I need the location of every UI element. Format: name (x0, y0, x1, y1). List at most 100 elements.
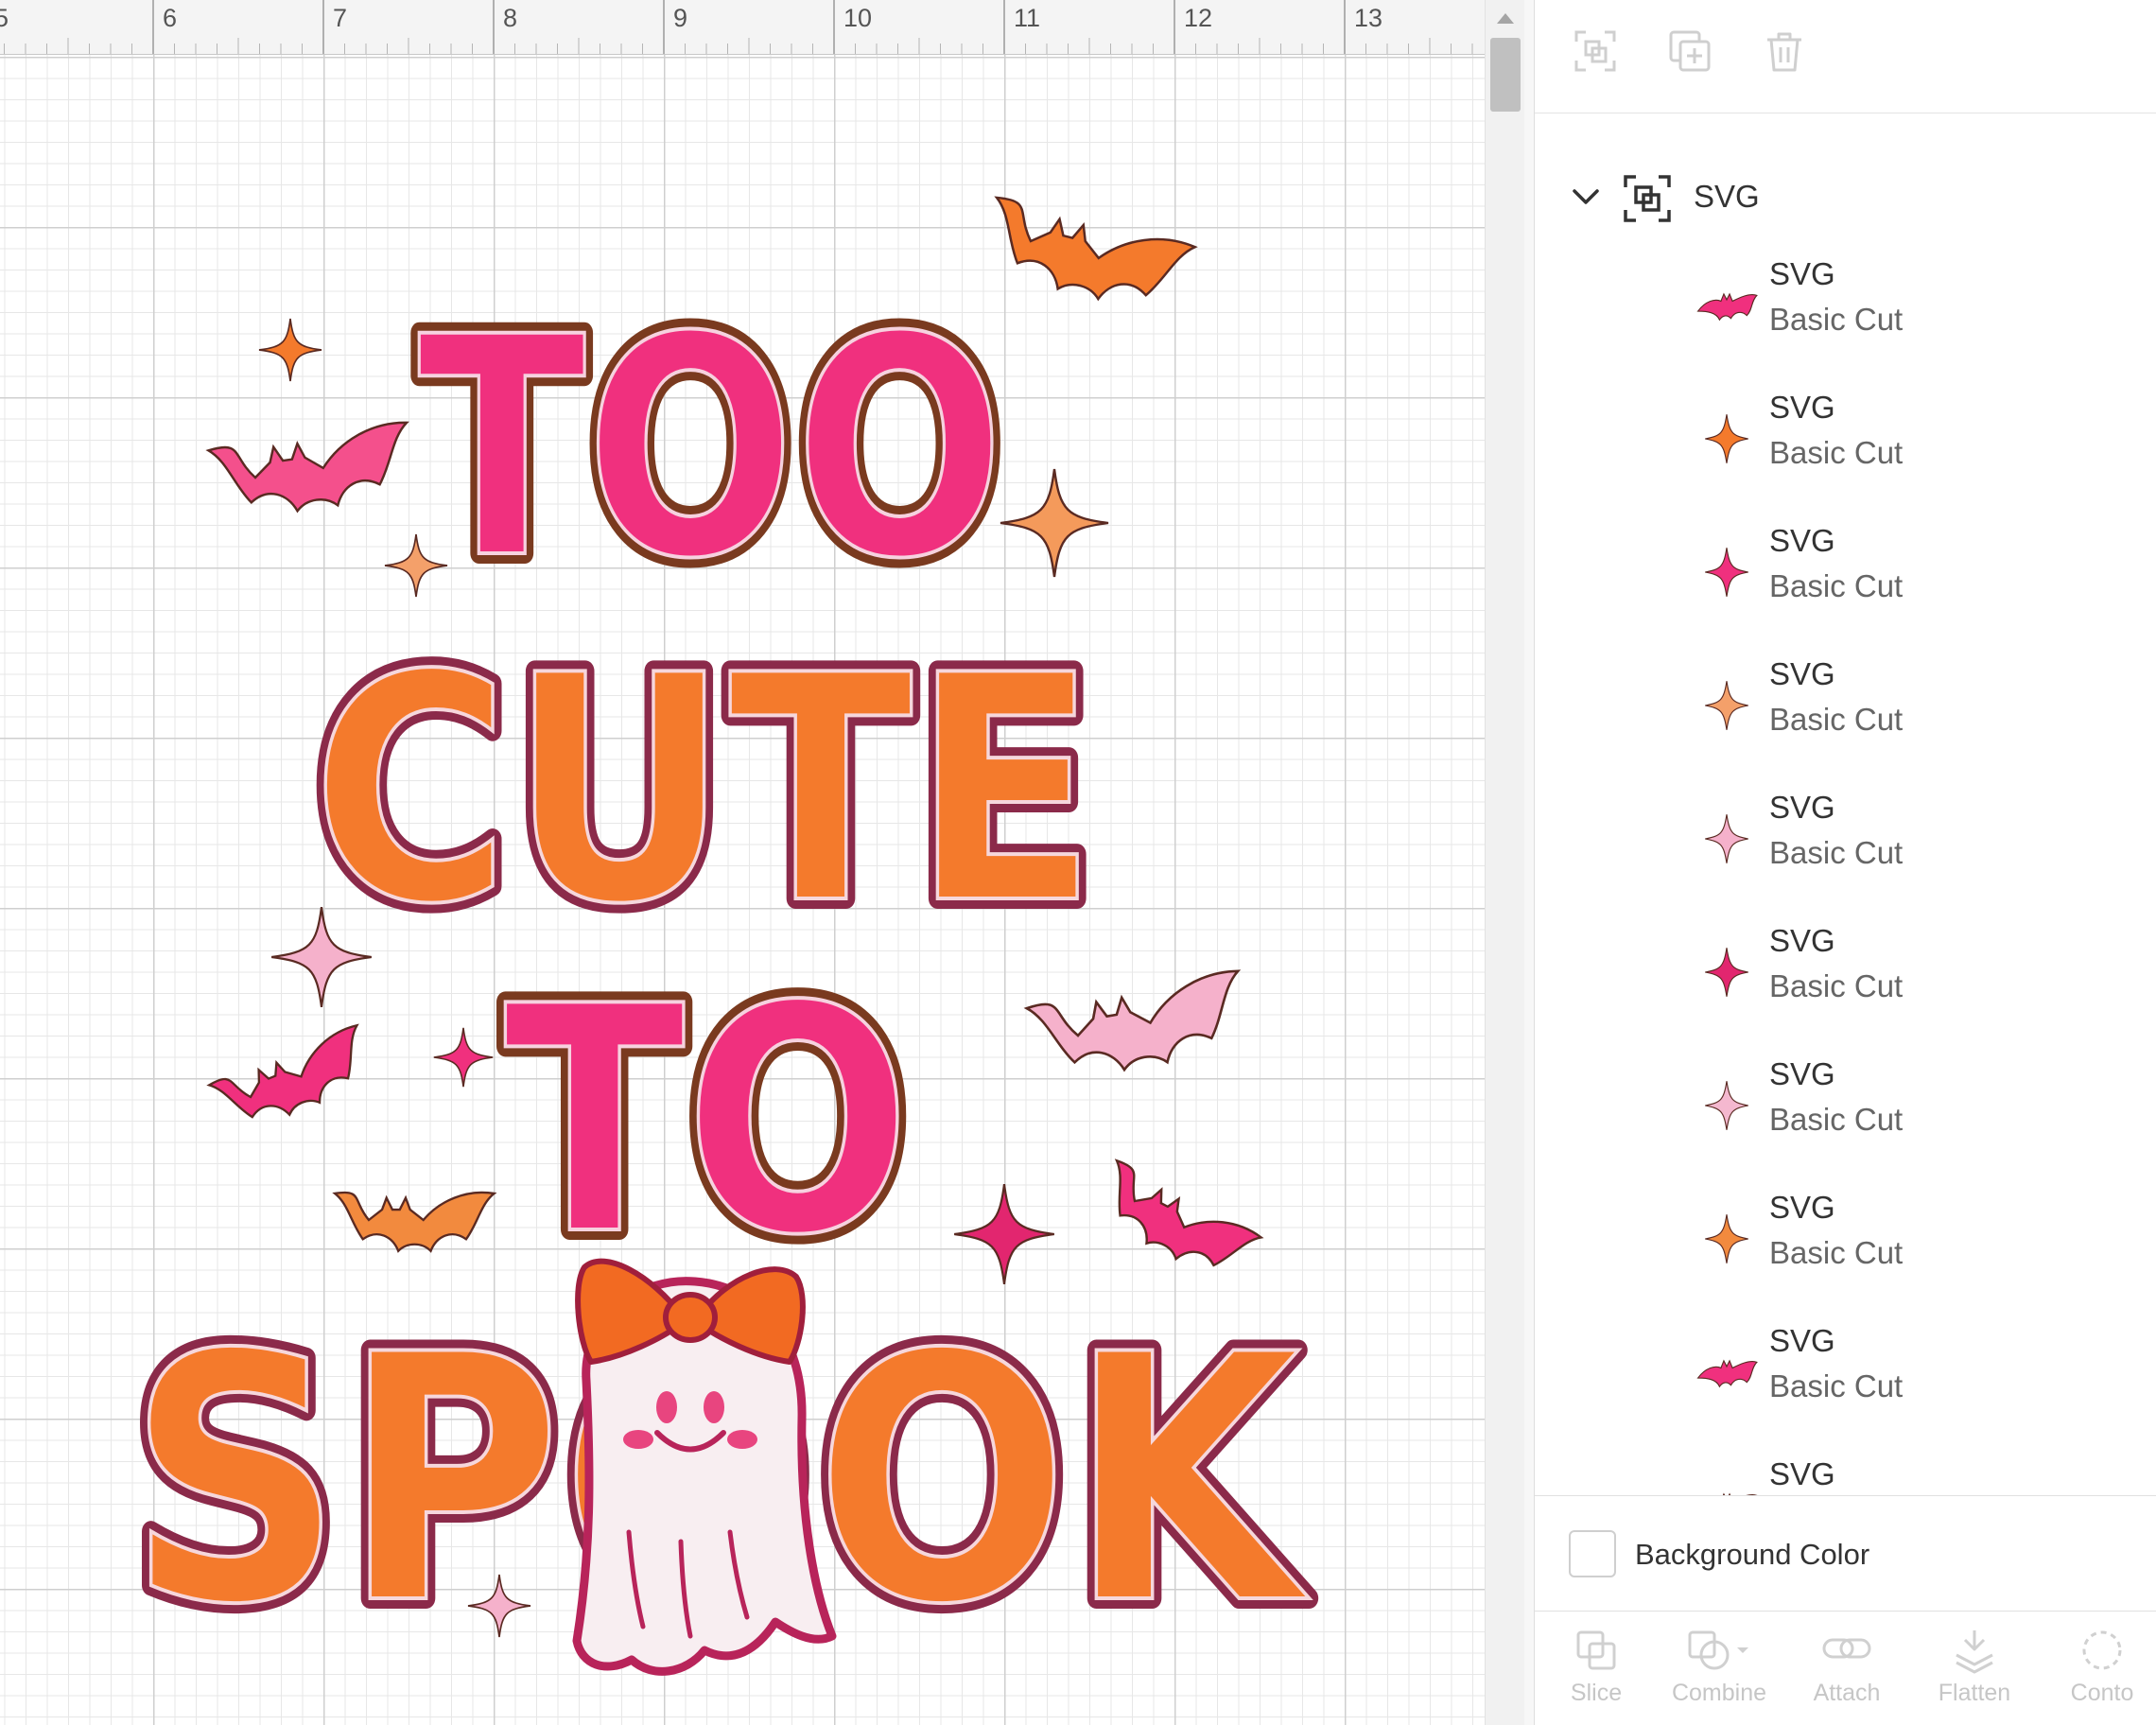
text-inner-highlight: TOO (418, 273, 1004, 625)
sparkle-thumbnail-icon (1705, 948, 1748, 997)
combine-button[interactable]: Combine (1667, 1627, 1771, 1721)
text-line-to[interactable]: TO TO (494, 930, 921, 1314)
text-line-too[interactable]: TOO TOO (408, 263, 1015, 636)
bat-orange-mid[interactable] (333, 1191, 496, 1252)
layer-operation: Basic Cut (1769, 1368, 1904, 1403)
ruler-label: 7 (333, 4, 348, 32)
layer-operation: Basic Cut (1769, 835, 1904, 870)
layers-list[interactable]: SVG SVG Basic Cut SVG Basic Cut SVG Basic Cut… (1535, 114, 2156, 1495)
layer-operation: Basic Cut (1769, 568, 1904, 603)
bat-thumbnail-icon (1696, 292, 1758, 322)
background-color-row[interactable]: Background Color (1535, 1495, 2156, 1609)
sparkle-thumbnail-icon (1705, 1214, 1748, 1263)
contour-button[interactable]: Conto (2050, 1627, 2154, 1721)
slice-button[interactable]: Slice (1544, 1627, 1648, 1721)
layers-panel: SVG SVG Basic Cut SVG Basic Cut SVG Basic Cut… (1534, 0, 2156, 1725)
text-inner-highlight: CUTE (312, 609, 1097, 972)
sparkle-thumbnail-icon (1705, 414, 1748, 463)
layer-row[interactable]: SVG Basic Cut (1535, 1314, 2156, 1446)
layer-operation: Basic Cut (1769, 968, 1904, 1003)
layer-row[interactable]: SVG Basic Cut (1535, 914, 2156, 1046)
layer-row[interactable]: SVG Basic Cut (1535, 247, 2156, 379)
sparkle-pink-2[interactable] (953, 1183, 1055, 1285)
bat-thumbnail-icon (1722, 1492, 1758, 1495)
layer-operation: Basic Cut (1769, 1102, 1904, 1137)
ghost-blush (727, 1430, 757, 1449)
bat-pink-right[interactable] (1087, 1159, 1263, 1291)
sparkle-orange-3[interactable] (999, 467, 1110, 579)
svg-design-artwork[interactable]: TOO TOO CUTE CUTE TO TO SPOOK SPOOK (0, 55, 1485, 1725)
ruler-label: 6 (163, 4, 178, 32)
layer-row[interactable]: SVG Basic Cut (1535, 514, 2156, 646)
layer-row[interactable]: SVG Basic Cut (1535, 780, 2156, 913)
sparkle-thumbnail-icon (1705, 681, 1748, 730)
layer-name: SVG (1769, 1190, 1835, 1225)
layer-operation: Basic Cut (1769, 702, 1904, 737)
ghost-eye (656, 1391, 677, 1423)
flatten-icon (1956, 1630, 1993, 1674)
layer-row[interactable]: SVG Basic Cut (1535, 380, 2156, 513)
scroll-up-arrow-icon[interactable] (1497, 13, 1514, 24)
bat-pink-left[interactable] (207, 420, 418, 524)
layer-row[interactable]: SVG Basic Cut (1535, 1047, 2156, 1179)
bat-thumbnail-icon (1696, 1359, 1758, 1388)
layer-actions-bar: Slice Combine Attach Flatten Conto (1535, 1611, 2156, 1725)
panel-gutter (1524, 0, 1534, 1725)
layer-name: SVG (1769, 1456, 1835, 1491)
layer-name: SVG (1769, 1056, 1835, 1091)
ruler-label: 8 (503, 4, 518, 32)
layer-operation: Basic Cut (1769, 435, 1904, 470)
layer-name: SVG (1769, 923, 1835, 958)
ruler-label: 11 (1014, 4, 1041, 32)
bat-lightpink-right[interactable] (1025, 968, 1253, 1087)
sparkle-orange-1[interactable] (258, 318, 322, 382)
ghost-blush (623, 1430, 653, 1449)
layer-name: SVG (1769, 390, 1835, 425)
group-icon[interactable] (1569, 25, 1622, 78)
sparkle-thumbnail-icon (1705, 548, 1748, 597)
layer-operation: Basic Cut (1769, 302, 1904, 337)
ruler-label: 10 (843, 4, 873, 32)
ruler-ticks (4, 0, 1473, 54)
ruler-label: 12 (1184, 4, 1213, 32)
layer-name: SVG (1769, 256, 1835, 291)
canvas-vertical-scrollbar[interactable] (1485, 0, 1524, 1725)
layer-name: SVG (1769, 1323, 1835, 1358)
attach-button[interactable]: Attach (1795, 1627, 1899, 1721)
bat-pink-mid-left[interactable] (207, 1023, 380, 1140)
scrollbar-thumb[interactable] (1490, 38, 1521, 112)
bat-orange-top[interactable] (977, 195, 1197, 321)
layer-name: SVG (1769, 656, 1835, 691)
group-label: SVG (1694, 179, 1760, 214)
background-color-swatch[interactable] (1569, 1530, 1616, 1577)
design-canvas[interactable]: 5 6 7 8 9 10 11 12 13 TOO TOO (0, 0, 1485, 1725)
background-color-label: Background Color (1635, 1538, 1870, 1571)
layer-row[interactable]: SVG Basic Cut (1535, 647, 2156, 779)
layer-name: SVG (1769, 790, 1835, 825)
ghost-eye (704, 1391, 724, 1423)
combine-icon (1688, 1630, 1748, 1670)
chevron-down-icon[interactable] (1569, 181, 1603, 215)
flatten-button[interactable]: Flatten (1922, 1627, 2026, 1721)
attach-icon (1822, 1638, 1871, 1659)
group-icon (1624, 175, 1671, 222)
contour-icon (2082, 1630, 2122, 1670)
ghost-with-bow[interactable] (572, 1258, 837, 1676)
sparkle-thumbnail-icon (1705, 814, 1748, 863)
layers-toolbar (1535, 0, 2156, 113)
layer-operation: Basic Cut (1769, 1235, 1904, 1270)
sparkle-pink-1[interactable] (433, 1027, 494, 1088)
duplicate-icon[interactable] (1663, 25, 1716, 78)
layer-row[interactable]: SVG Basic Cut (1535, 1180, 2156, 1313)
text-inner-highlight: TO (504, 940, 911, 1303)
ruler-label: 13 (1354, 4, 1383, 32)
layer-name: SVG (1769, 523, 1835, 558)
sparkle-thumbnail-icon (1705, 1081, 1748, 1130)
slice-icon (1576, 1630, 1616, 1670)
delete-icon[interactable] (1758, 25, 1811, 78)
ruler-label: 5 (0, 4, 9, 33)
layer-group-svg[interactable]: SVG (1535, 152, 2156, 247)
layer-row[interactable]: SVG (1535, 1447, 2156, 1495)
horizontal-ruler: 5 6 7 8 9 10 11 12 13 (0, 0, 1485, 55)
text-line-cute[interactable]: CUTE CUTE (302, 599, 1107, 983)
